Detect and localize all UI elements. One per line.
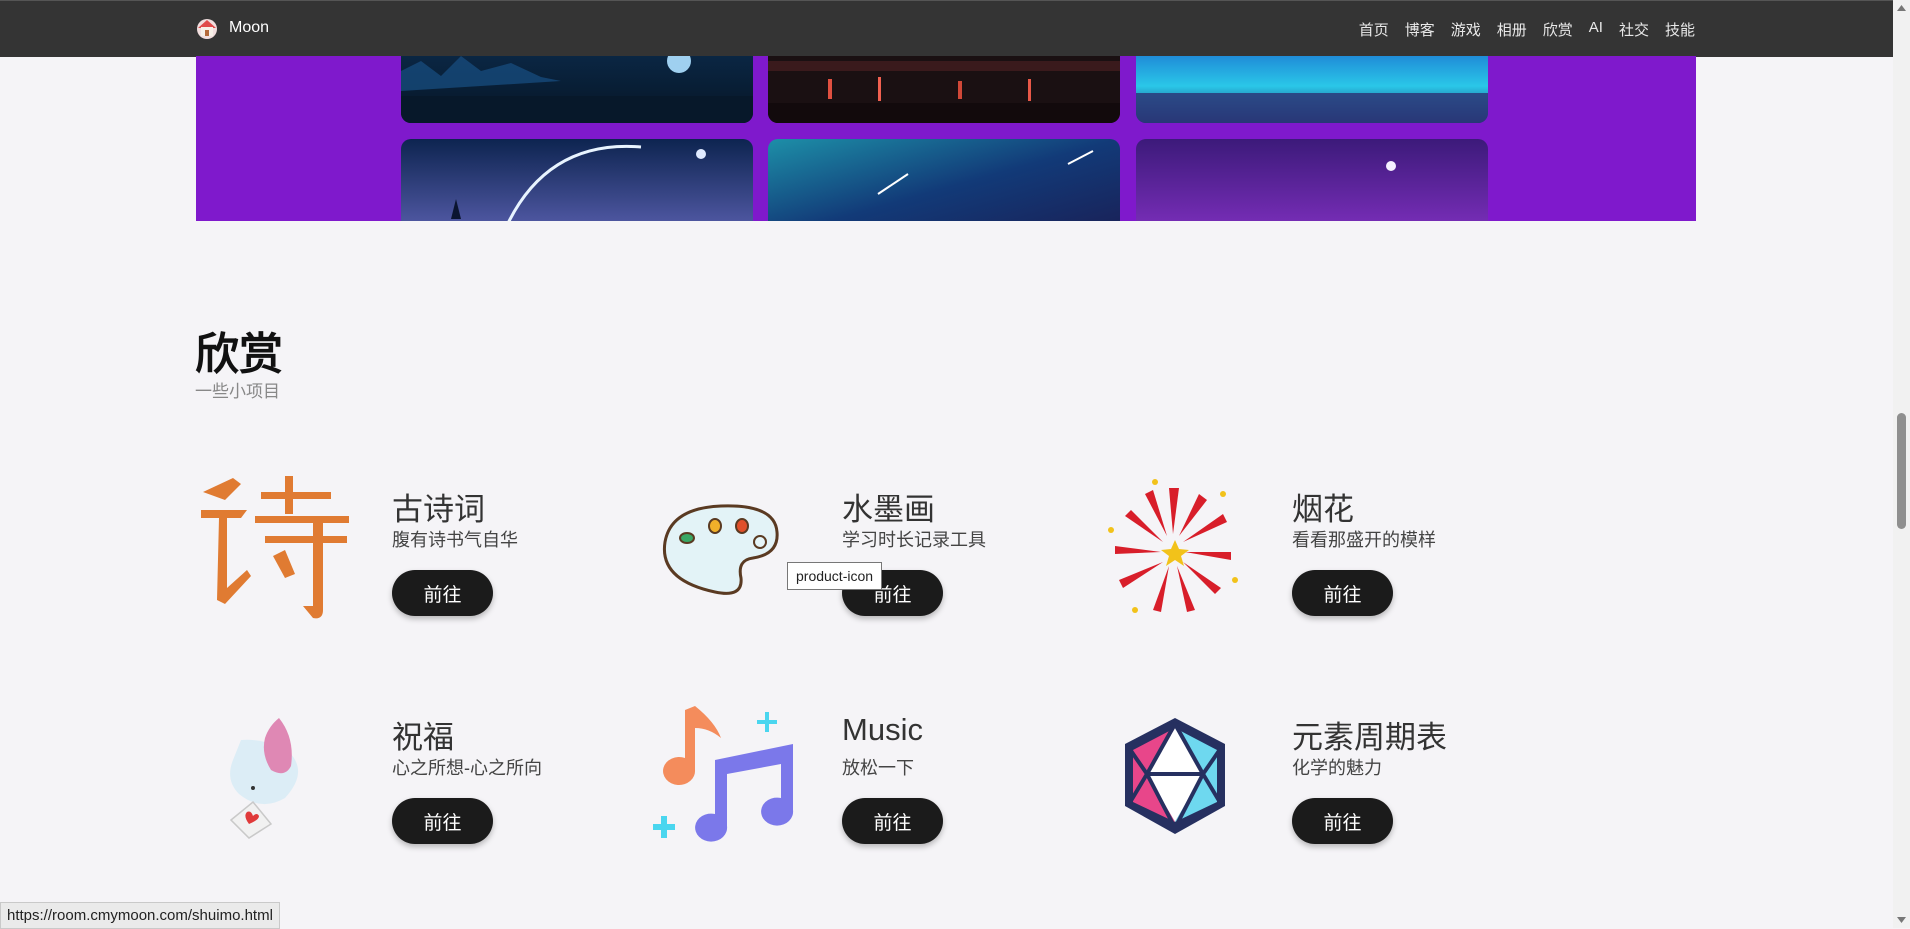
paint-palette-icon[interactable] [645, 470, 805, 630]
go-button[interactable]: 前往 [1292, 570, 1393, 616]
product-title: 古诗词 [392, 492, 485, 527]
nav-link-appreciate[interactable]: 欣赏 [1543, 19, 1573, 40]
gallery-photo[interactable] [401, 139, 753, 221]
go-button[interactable]: 前往 [842, 798, 943, 844]
music-notes-icon[interactable] [645, 698, 805, 858]
product-description: 学习时长记录工具 [842, 530, 986, 550]
vertical-scrollbar[interactable] [1893, 0, 1910, 928]
section-subtitle: 一些小项目 [195, 382, 280, 401]
section-title: 欣赏 [195, 330, 283, 379]
product-card-fireworks: 烟花 看看那盛开的模样 前往 [1095, 470, 1545, 640]
go-button[interactable]: 前往 [1292, 798, 1393, 844]
planet-arc-sky-image [401, 139, 753, 221]
scroll-up-arrow-icon[interactable] [1896, 3, 1907, 13]
city-night-reflection-image [768, 56, 1120, 123]
photo-gallery-banner [196, 56, 1696, 221]
house-logo-icon [197, 19, 217, 39]
nav-link-skills[interactable]: 技能 [1665, 19, 1695, 40]
product-card-music: Music 放松一下 前往 [645, 698, 1095, 868]
purple-night-moon-image [1136, 139, 1488, 221]
product-description: 心之所想-心之所向 [392, 758, 542, 778]
product-card-poem: 古诗词 腹有诗书气自华 前往 [195, 470, 645, 640]
product-card-blessing: 祝福 心之所想-心之所向 前往 [195, 698, 645, 868]
nav-link-social[interactable]: 社交 [1619, 19, 1649, 40]
gallery-photo[interactable] [768, 139, 1120, 221]
gallery-photo[interactable] [1136, 56, 1488, 123]
gallery-photo[interactable] [1136, 139, 1488, 221]
icosahedron-icon[interactable] [1095, 698, 1255, 858]
nav-link-games[interactable]: 游戏 [1451, 19, 1481, 40]
blessing-bird-icon[interactable] [195, 698, 355, 858]
night-lake-moon-image [401, 56, 753, 123]
product-description: 化学的魅力 [1292, 758, 1382, 778]
gallery-photo[interactable] [768, 56, 1120, 123]
scroll-thumb[interactable] [1897, 413, 1906, 529]
aurora-field-image [1136, 56, 1488, 123]
nav-link-home[interactable]: 首页 [1359, 19, 1389, 40]
icon-tooltip: product-icon [787, 562, 883, 590]
product-description: 放松一下 [842, 758, 914, 778]
nav-links: 首页 博客 游戏 相册 欣赏 AI 社交 技能 [1343, 19, 1695, 40]
product-title: 元素周期表 [1292, 720, 1447, 755]
poem-character-icon[interactable] [195, 470, 355, 630]
product-title: Music [842, 712, 923, 747]
product-title: 烟花 [1292, 492, 1354, 527]
gallery-photo[interactable] [401, 56, 753, 123]
scroll-down-arrow-icon[interactable] [1896, 915, 1907, 925]
fireworks-icon[interactable] [1095, 470, 1255, 630]
nav-link-album[interactable]: 相册 [1497, 19, 1527, 40]
nav-link-ai[interactable]: AI [1589, 19, 1603, 40]
product-card-ink-painting: 水墨画 学习时长记录工具 前往 [645, 470, 1095, 640]
top-navbar: Moon 首页 博客 游戏 相册 欣赏 AI 社交 技能 [0, 0, 1893, 57]
go-button[interactable]: 前往 [392, 570, 493, 616]
product-title: 祝福 [392, 720, 454, 755]
go-button[interactable]: 前往 [392, 798, 493, 844]
product-description: 腹有诗书气自华 [392, 530, 518, 550]
product-description: 看看那盛开的模样 [1292, 530, 1436, 550]
product-title: 水墨画 [842, 492, 935, 527]
brand-name: Moon [229, 19, 270, 36]
status-bar-url: https://room.cmymoon.com/shuimo.html [0, 902, 280, 929]
starry-meteor-image [768, 139, 1120, 221]
brand[interactable]: Moon [195, 16, 269, 40]
nav-link-blog[interactable]: 博客 [1405, 19, 1435, 40]
product-card-periodic-table: 元素周期表 化学的魅力 前往 [1095, 698, 1545, 868]
